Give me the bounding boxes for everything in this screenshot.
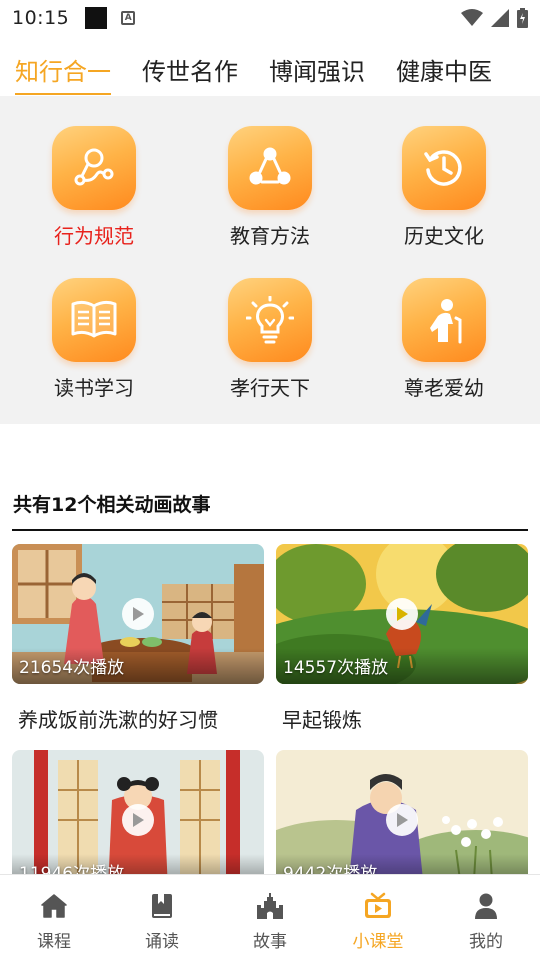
video-thumbnail: 11946次播放	[12, 750, 264, 890]
nav-wode[interactable]: 我的	[432, 875, 540, 960]
top-tab-bar: 知行合一 传世名作 博闻强识 健康中医	[0, 50, 540, 96]
tv-play-icon	[363, 891, 393, 921]
video-card[interactable]: 14557次播放 早起锻炼	[276, 544, 528, 733]
wifi-icon	[461, 9, 483, 26]
book-icon	[147, 891, 177, 921]
category-label: 行为规范	[54, 224, 134, 248]
category-label: 历史文化	[404, 224, 484, 248]
tab-jiankangzhongyi[interactable]: 健康中医	[396, 50, 492, 94]
video-thumbnail: 21654次播放	[12, 544, 264, 684]
video-thumbnail: 9442次播放	[276, 750, 528, 890]
person-icon	[471, 891, 501, 921]
status-time: 10:15	[12, 7, 70, 29]
play-icon	[397, 813, 408, 827]
play-count: 21654次播放	[19, 658, 125, 678]
signal-icon	[491, 9, 509, 27]
nav-kecheng[interactable]: 课程	[0, 875, 108, 960]
tab-zhixingheyi[interactable]: 知行合一	[15, 50, 111, 95]
nav-xiaoketang[interactable]: 小课堂	[324, 875, 432, 960]
nav-label: 诵读	[145, 932, 179, 952]
category-label: 教育方法	[230, 224, 310, 248]
castle-icon	[255, 891, 285, 921]
tab-chuanshimingzuo[interactable]: 传世名作	[142, 50, 238, 94]
nav-songdu[interactable]: 诵读	[108, 875, 216, 960]
bottom-nav: 课程 诵读 故事 小课堂 我的	[0, 874, 540, 960]
nav-label: 故事	[253, 932, 287, 952]
play-button[interactable]	[386, 598, 418, 630]
nav-label: 小课堂	[352, 932, 404, 952]
home-icon	[39, 891, 69, 921]
category-dushuxuexi[interactable]: 读书学习	[24, 278, 164, 401]
category-xiaoxingtianxia[interactable]: 孝行天下	[200, 278, 340, 401]
play-button[interactable]	[122, 598, 154, 630]
open-book-icon	[52, 278, 136, 362]
category-xingweiguifan[interactable]: 行为规范	[24, 126, 164, 249]
network-icon	[52, 126, 136, 210]
play-count: 14557次播放	[283, 658, 389, 678]
play-icon	[397, 607, 408, 621]
category-lishiwenhua[interactable]: 历史文化	[374, 126, 514, 249]
battery-icon	[517, 8, 528, 28]
video-title: 早起锻炼	[282, 708, 362, 732]
category-label: 孝行天下	[230, 376, 310, 400]
a-notification-icon: A	[121, 11, 136, 25]
tab-bowenqiangshi[interactable]: 博闻强识	[269, 50, 365, 94]
category-jiaoyufangfa[interactable]: 教育方法	[200, 126, 340, 249]
notification-square-icon	[85, 7, 108, 29]
category-label: 读书学习	[54, 376, 134, 400]
elderly-person-icon	[402, 278, 486, 362]
nav-gushi[interactable]: 故事	[216, 875, 324, 960]
category-zunlaoaiyou[interactable]: 尊老爱幼	[374, 278, 514, 401]
category-label: 尊老爱幼	[404, 376, 484, 400]
section-divider	[12, 529, 528, 531]
video-title: 养成饭前洗漱的好习惯	[18, 708, 218, 732]
nav-label: 课程	[37, 932, 71, 952]
play-button[interactable]	[386, 804, 418, 836]
history-clock-icon	[402, 126, 486, 210]
lightbulb-icon	[228, 278, 312, 362]
category-panel: 行为规范 教育方法 历史文化 读书学习 孝行天下 尊老爱幼	[0, 96, 540, 424]
status-bar: 10:15 A	[0, 0, 540, 36]
section-title: 共有12个相关动画故事	[13, 494, 211, 516]
screen: 10:15 A 知行合一 传世名作 博闻强识 健康中医 行为规范 教育方法 历史…	[0, 0, 540, 960]
play-button[interactable]	[122, 804, 154, 836]
share-icon	[228, 126, 312, 210]
video-thumbnail: 14557次播放	[276, 544, 528, 684]
play-icon	[133, 607, 144, 621]
play-icon	[133, 813, 144, 827]
video-card[interactable]: 21654次播放 养成饭前洗漱的好习惯	[12, 544, 264, 733]
status-icons	[461, 8, 528, 28]
nav-label: 我的	[469, 932, 503, 952]
